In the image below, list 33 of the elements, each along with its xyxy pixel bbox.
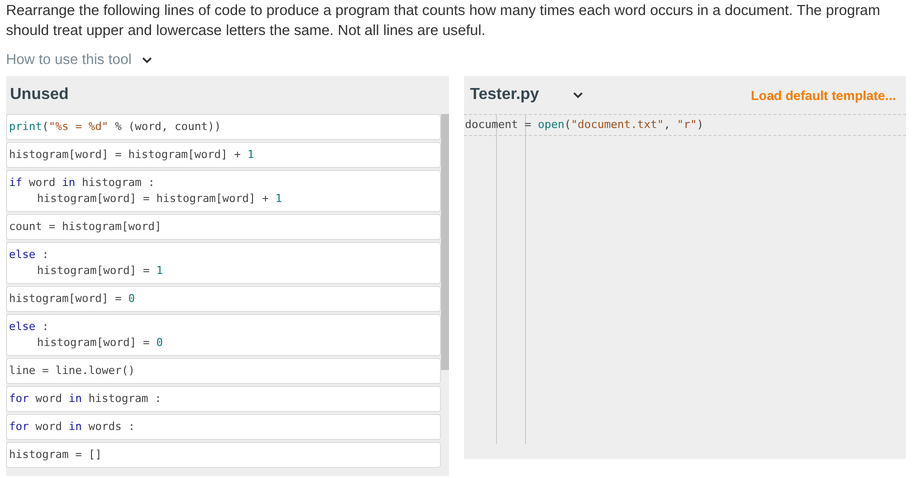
file-dropdown[interactable]: Tester.py	[468, 86, 584, 104]
code-line: line = line.lower()	[9, 363, 136, 379]
code-line: histogram[word] = histogram[word] + 1	[36, 191, 284, 207]
code-line: if word in histogram :	[9, 175, 156, 191]
code-block[interactable]: print("%s = %d" % (word, count))	[6, 114, 441, 140]
code-line: histogram = []	[9, 447, 103, 463]
code-block[interactable]: for word in histogram :	[6, 386, 441, 412]
chevron-icon	[573, 92, 584, 98]
code-block[interactable]: else : histogram[word] = 0	[6, 314, 441, 356]
code-line: histogram[word] = 0	[9, 291, 136, 307]
code-block[interactable]: for word in words :	[6, 414, 441, 440]
instructions-text: Rearrange the following lines of code to produce a program that counts how many times each word occurs in a document. The program should treat upper and lowercase letters the same. Not all lines are useful.	[6, 2, 882, 41]
code-line: else :	[9, 247, 50, 263]
code-block[interactable]: count = histogram[word]	[6, 214, 441, 240]
code-line: else :	[9, 319, 50, 335]
code-block[interactable]: line = line.lower()	[6, 358, 441, 384]
code-line: for word in words :	[9, 419, 136, 435]
code-line: count = histogram[word]	[9, 219, 162, 235]
code-block[interactable]: histogram[word] = 0	[6, 286, 441, 312]
panel-title: Unused	[10, 86, 69, 104]
code-line: histogram[word] = histogram[word] + 1	[9, 147, 256, 163]
help-toggle[interactable]: How to use this tool	[6, 52, 152, 68]
code-block[interactable]: histogram = []	[6, 442, 441, 468]
code-line: histogram[word] = 0	[36, 335, 164, 351]
code-line: histogram[word] = 1	[36, 263, 164, 279]
code-line: print("%s = %d" % (word, count))	[9, 119, 222, 135]
code-line: document = open("document.txt", "r")	[464, 114, 906, 136]
code-line: for word in histogram :	[9, 391, 162, 407]
scrollbar-thumb[interactable]	[441, 114, 449, 370]
chevron-icon	[142, 56, 152, 64]
code-block[interactable]: histogram[word] = histogram[word] + 1	[6, 142, 441, 168]
code-block[interactable]: else : histogram[word] = 1	[6, 242, 441, 284]
code-block[interactable]: if word in histogram : histogram[word] = histogram[word] + 1	[6, 170, 441, 212]
